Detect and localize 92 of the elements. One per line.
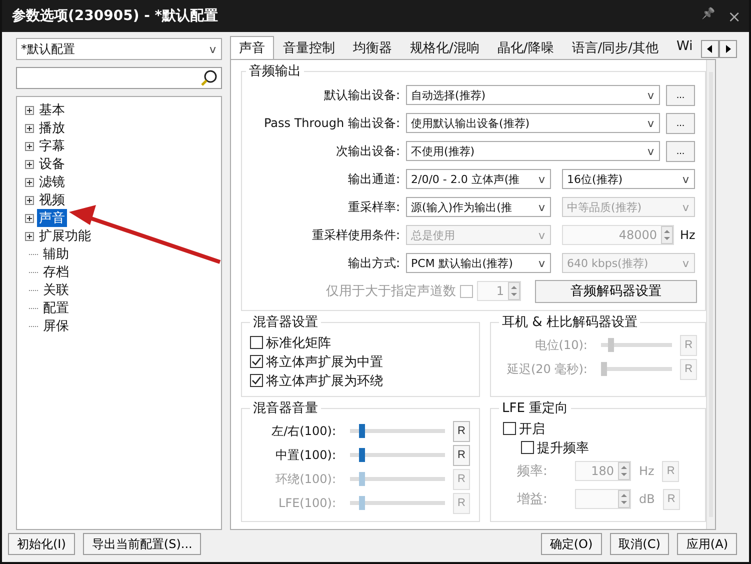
tree-item[interactable]: 存档 xyxy=(41,263,71,281)
expand-icon[interactable] xyxy=(25,196,34,204)
tree-item[interactable]: 辅助 xyxy=(41,245,71,263)
slider-label: 电位(10): xyxy=(534,336,588,354)
spinner-arrows-icon[interactable] xyxy=(508,282,520,300)
unit-label: Hz xyxy=(639,464,654,478)
profile-dropdown[interactable]: *默认配置 v xyxy=(16,38,222,60)
footer-button[interactable]: 应用(A) xyxy=(677,533,737,555)
dropdown[interactable]: 源(输入)作为输出(推 v xyxy=(406,197,551,217)
expand-icon[interactable] xyxy=(25,178,34,186)
footer-button[interactable]: 取消(C) xyxy=(610,533,670,555)
window-title: 参数选项(230905) - *默认配置 xyxy=(12,7,218,25)
tab[interactable]: 音量控制 xyxy=(274,36,344,59)
dropdown[interactable]: 不使用(推荐) v xyxy=(406,141,660,161)
tree-item[interactable]: 屏保 xyxy=(41,317,71,335)
slider-label: 中置(100): xyxy=(274,446,336,464)
dropdown[interactable]: 16位(推荐) v xyxy=(562,169,695,189)
dropdown[interactable]: 使用默认输出设备(推荐) v xyxy=(406,113,660,133)
checkbox-label: 标准化矩阵 xyxy=(266,334,331,352)
tree-item[interactable]: 视频 xyxy=(37,191,67,209)
scroll-left-button[interactable] xyxy=(701,40,719,58)
dropdown[interactable]: 2/0/0 - 2.0 立体声(推 v xyxy=(406,169,551,189)
tab[interactable]: Wi xyxy=(668,36,699,59)
tab[interactable]: 晶化/降噪 xyxy=(488,36,563,59)
slider-thumb[interactable] xyxy=(358,448,365,462)
slider-label: 环绕(100): xyxy=(274,470,336,488)
checkbox[interactable] xyxy=(521,441,534,454)
tree-item[interactable]: 字幕 xyxy=(37,137,67,155)
slider-label: LFE(100): xyxy=(278,496,336,510)
dropdown[interactable]: PCM 默认输出(推荐) v xyxy=(406,253,551,273)
tree-item[interactable]: 播放 xyxy=(37,119,67,137)
group-title: LFE 重定向 xyxy=(501,400,570,417)
more-button[interactable]: ... xyxy=(666,112,695,134)
close-button[interactable]: × xyxy=(728,6,741,26)
checkbox-label: 将立体声扩展为中置 xyxy=(266,354,383,370)
expand-icon[interactable] xyxy=(25,142,34,150)
expand-icon[interactable] xyxy=(25,106,34,114)
checkbox-label: 将立体声扩展为环绕 xyxy=(266,372,383,390)
tab[interactable]: 均衡器 xyxy=(344,36,401,59)
tree-item[interactable]: 关联 xyxy=(41,281,71,299)
checkbox[interactable] xyxy=(250,355,263,368)
expand-icon[interactable] xyxy=(25,232,34,240)
group-title: 混音器设置 xyxy=(252,314,319,331)
field-label: Pass Through 输出设备: xyxy=(262,114,400,132)
decoder-settings-button[interactable]: 音频解码器设置 xyxy=(535,280,697,302)
field-label: 频率: xyxy=(517,463,548,480)
field-label: 次输出设备: xyxy=(334,142,400,160)
field-label: 输出方式: xyxy=(346,254,400,272)
pin-button[interactable]: 📌 xyxy=(702,6,716,26)
unit-label: dB xyxy=(639,492,655,506)
checkbox-label: 提升频率 xyxy=(537,440,589,456)
tree-item[interactable]: 设备 xyxy=(37,155,67,173)
tab[interactable]: 规格化/混响 xyxy=(401,36,488,59)
checkbox[interactable] xyxy=(250,336,263,349)
field-label: 增益: xyxy=(517,491,548,508)
tab[interactable]: 语言/同步/其他 xyxy=(562,36,668,59)
more-button[interactable]: ... xyxy=(666,84,695,106)
group-title: 混音器音量 xyxy=(252,400,319,417)
reset-button[interactable]: R xyxy=(453,444,470,466)
slider-label: 延迟(20 毫秒): xyxy=(506,360,588,378)
reset-button[interactable]: R xyxy=(453,420,470,442)
tab[interactable]: 声音 xyxy=(230,36,274,59)
tree-item[interactable]: 滤镜 xyxy=(37,173,67,191)
expand-icon[interactable] xyxy=(25,214,34,222)
checkbox[interactable] xyxy=(503,422,516,435)
tree-item[interactable]: 扩展功能 xyxy=(37,227,93,245)
dropdown[interactable]: 自动选择(推荐) v xyxy=(406,85,660,105)
expand-icon[interactable] xyxy=(25,160,34,168)
checkbox[interactable] xyxy=(250,374,263,387)
slider-thumb[interactable] xyxy=(358,424,365,438)
field-label: 默认输出设备: xyxy=(322,86,400,104)
field-label: 仅用于大于指定声道数 xyxy=(326,283,456,300)
field-label: 重采样使用条件: xyxy=(310,226,400,244)
tree-item[interactable]: 基本 xyxy=(37,101,67,119)
search-field[interactable] xyxy=(16,67,222,89)
unit-label: Hz xyxy=(680,228,696,242)
scrollbar[interactable] xyxy=(706,60,715,529)
field-label: 重采样率: xyxy=(346,198,400,216)
more-button[interactable]: ... xyxy=(666,140,695,162)
tree-item[interactable]: 声音 xyxy=(37,209,67,227)
slider-label: 左/右(100): xyxy=(270,422,336,440)
footer-button[interactable]: 导出当前配置(S)... xyxy=(82,533,202,555)
group-title: 耳机 & 杜比解码器设置 xyxy=(501,314,638,331)
footer-button[interactable]: 初始化(I) xyxy=(8,533,75,555)
search-icon[interactable] xyxy=(200,69,218,87)
field-label: 输出通道: xyxy=(346,170,400,188)
checkbox-label: 开启 xyxy=(519,420,545,438)
tree-item[interactable]: 配置 xyxy=(41,299,71,317)
scroll-right-button[interactable] xyxy=(719,40,737,58)
expand-icon[interactable] xyxy=(25,124,34,132)
group-title: 音频输出 xyxy=(248,63,302,80)
footer-button[interactable]: 确定(O) xyxy=(540,533,602,555)
